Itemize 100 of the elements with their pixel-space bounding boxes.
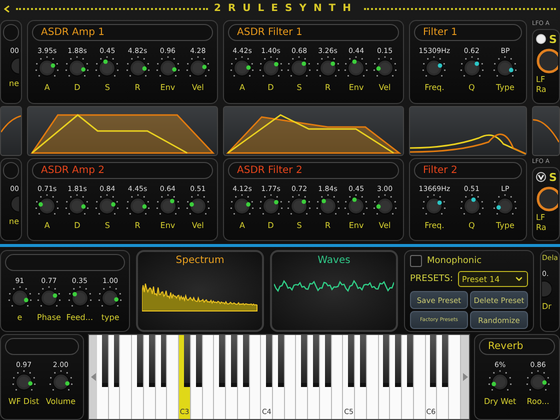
panel-title: ASDR Amp 2 <box>32 162 213 179</box>
knob-label: Freq. <box>424 82 444 92</box>
piano-key[interactable] <box>144 335 156 419</box>
piano-key[interactable] <box>320 335 332 419</box>
knob-label: R <box>134 220 140 230</box>
sharp-key[interactable] <box>395 335 402 388</box>
piano-key[interactable] <box>273 335 285 419</box>
sharp-key[interactable] <box>406 335 413 388</box>
knob-label: Vel <box>192 82 204 92</box>
sharp-key[interactable] <box>219 335 226 388</box>
piano-key[interactable] <box>190 335 203 419</box>
sharp-key[interactable] <box>301 335 308 388</box>
knob-label: D <box>74 220 80 230</box>
knob-label: Env <box>160 82 176 92</box>
sharp-key[interactable] <box>102 335 108 388</box>
sharp-key[interactable] <box>324 335 331 388</box>
knob-label: S <box>104 220 110 230</box>
sharp-key[interactable] <box>442 335 448 388</box>
display-title: Spectrum <box>176 255 224 266</box>
knob-label: S <box>104 82 110 92</box>
sharp-key[interactable] <box>266 335 272 388</box>
piano-key[interactable] <box>108 335 120 419</box>
knob-label: Type <box>496 220 514 230</box>
knob-label: Vel <box>378 220 391 230</box>
knob[interactable] <box>536 186 558 212</box>
knob-label: ne <box>9 78 19 88</box>
piano-key[interactable] <box>97 335 109 419</box>
knob-label: LF <box>536 74 546 84</box>
piano-key[interactable] <box>296 335 308 419</box>
header-bar <box>3 162 19 179</box>
piano-key[interactable] <box>238 335 250 419</box>
knob-label: e <box>17 313 22 322</box>
knob-label: R <box>324 82 331 92</box>
knob-label: Vel <box>378 82 391 92</box>
panel-title: Reverb <box>479 338 555 356</box>
knob-label: Ra <box>536 222 546 232</box>
knob-label: ne <box>9 216 19 226</box>
knob-label: Env <box>160 220 176 230</box>
monophonic-checkbox[interactable] <box>410 255 422 268</box>
knob-label: Env <box>348 82 364 92</box>
knob-label: Roo... <box>526 397 550 406</box>
sharp-key[interactable] <box>383 335 390 388</box>
knob-label: A <box>44 82 50 92</box>
sync-label: S <box>549 170 557 184</box>
knob-label: A <box>44 220 50 230</box>
sharp-key[interactable] <box>196 335 202 388</box>
sharp-key[interactable] <box>430 335 436 388</box>
knob-label: D <box>268 220 274 230</box>
sharp-key[interactable] <box>148 335 155 388</box>
knob-label: Freq. <box>424 220 444 230</box>
piano-key[interactable] <box>390 335 402 419</box>
knob-label: A <box>240 82 245 92</box>
checkbox-label: Monophonic <box>427 256 482 266</box>
knob-label: D <box>268 82 274 92</box>
knob-label: Dr <box>542 302 552 312</box>
sharp-key[interactable] <box>348 335 354 388</box>
knob-label: Vel <box>192 220 204 230</box>
panel-title: ASDR Filter 1 <box>228 24 399 41</box>
piano-key[interactable] <box>156 335 168 419</box>
knob-label: Feed... <box>66 313 93 322</box>
knob-label: type <box>101 313 120 322</box>
knob-label: S <box>296 82 302 92</box>
presets-label: PRESETS: <box>410 274 454 284</box>
piano-key[interactable] <box>355 335 367 419</box>
sharp-key[interactable] <box>230 335 237 388</box>
knob-label: Phase <box>37 313 61 322</box>
knob-label: D <box>74 82 80 92</box>
sharp-key[interactable] <box>278 335 284 388</box>
panel-title: ASDR Amp 1 <box>32 24 213 41</box>
knob-label: R <box>134 82 140 92</box>
knob-label: A <box>240 220 245 230</box>
piano-key[interactable] <box>308 335 320 419</box>
piano-key[interactable] <box>437 335 450 419</box>
knob-label: LF <box>536 212 546 222</box>
app-title: 2RULESYNTH <box>214 3 358 14</box>
knob-label: Type <box>496 82 514 92</box>
sync-label: S <box>549 32 557 46</box>
sharp-key[interactable] <box>242 335 249 388</box>
piano-key[interactable] <box>226 335 238 419</box>
sharp-key[interactable] <box>184 335 190 388</box>
knob-label: Volume <box>46 397 76 406</box>
knob-label: Ra <box>536 84 546 94</box>
preset-dropdown[interactable]: Preset 14 <box>458 271 528 288</box>
envelope-graph-drawing <box>1 114 21 133</box>
piano-key[interactable] <box>402 335 414 419</box>
knob[interactable] <box>536 48 558 74</box>
knob-label: R <box>324 220 331 230</box>
piano-key[interactable] <box>214 335 226 419</box>
panel-title: Filter 1 <box>414 24 522 41</box>
header-bar <box>3 24 19 41</box>
knob-label: Env <box>348 220 364 230</box>
piano-key[interactable] <box>132 335 144 419</box>
display-title: Waves <box>318 255 350 266</box>
chevron-left-icon[interactable] <box>4 4 10 13</box>
piano-key[interactable] <box>378 335 390 419</box>
knob-label: Q <box>468 82 475 92</box>
sync-radio[interactable] <box>536 172 546 182</box>
sync-radio[interactable] <box>536 34 546 44</box>
knob-label: WF Dist <box>8 397 40 406</box>
knob-label: Q <box>468 220 475 230</box>
